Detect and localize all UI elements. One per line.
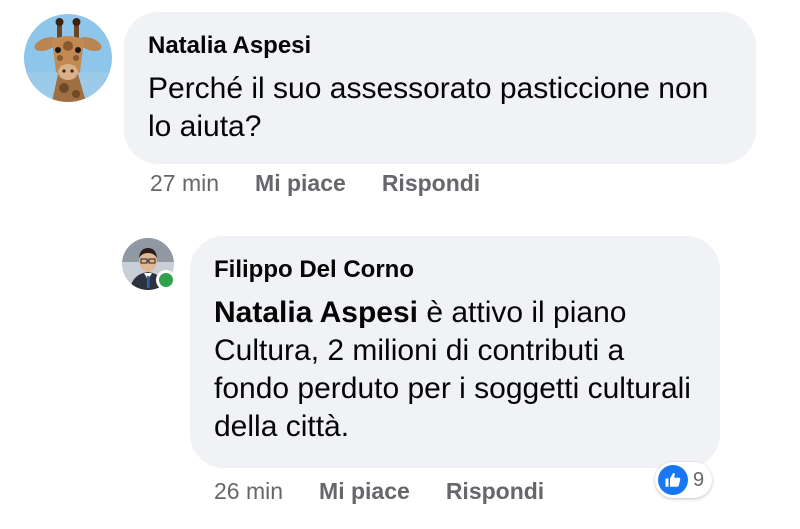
reply-button[interactable]: Rispondi	[382, 170, 480, 197]
comment-timestamp[interactable]: 27 min	[150, 170, 219, 197]
comment-thread: Natalia Aspesi Perché il suo assessorato…	[0, 0, 800, 529]
reply-timestamp[interactable]: 26 min	[214, 478, 283, 505]
reply-button[interactable]: Rispondi	[446, 478, 544, 505]
mention-link[interactable]: Natalia Aspesi	[214, 296, 418, 329]
online-status-icon	[156, 270, 176, 290]
avatar-filippo[interactable]	[122, 238, 176, 290]
reaction-summary[interactable]: 9	[655, 462, 713, 498]
thumbs-up-icon	[658, 465, 688, 495]
comment-actions: 27 min Mi piace Rispondi	[150, 170, 516, 197]
reply-text: Natalia Aspesi è attivo il piano Cultura…	[214, 294, 699, 446]
comment-author[interactable]: Natalia Aspesi	[148, 32, 756, 60]
comment-bubble: Natalia Aspesi Perché il suo assessorato…	[124, 12, 756, 164]
reply-actions: 26 min Mi piace Rispondi	[214, 478, 580, 505]
like-button[interactable]: Mi piace	[319, 478, 410, 505]
reply-bubble: Filippo Del Corno Natalia Aspesi è attiv…	[190, 236, 720, 468]
reaction-count: 9	[693, 468, 705, 491]
reply-author[interactable]: Filippo Del Corno	[214, 256, 720, 284]
like-button[interactable]: Mi piace	[255, 170, 346, 197]
avatar-natalia[interactable]	[24, 14, 112, 102]
giraffe-icon	[24, 14, 112, 102]
comment-text: Perché il suo assessorato pasticcione no…	[148, 72, 709, 143]
